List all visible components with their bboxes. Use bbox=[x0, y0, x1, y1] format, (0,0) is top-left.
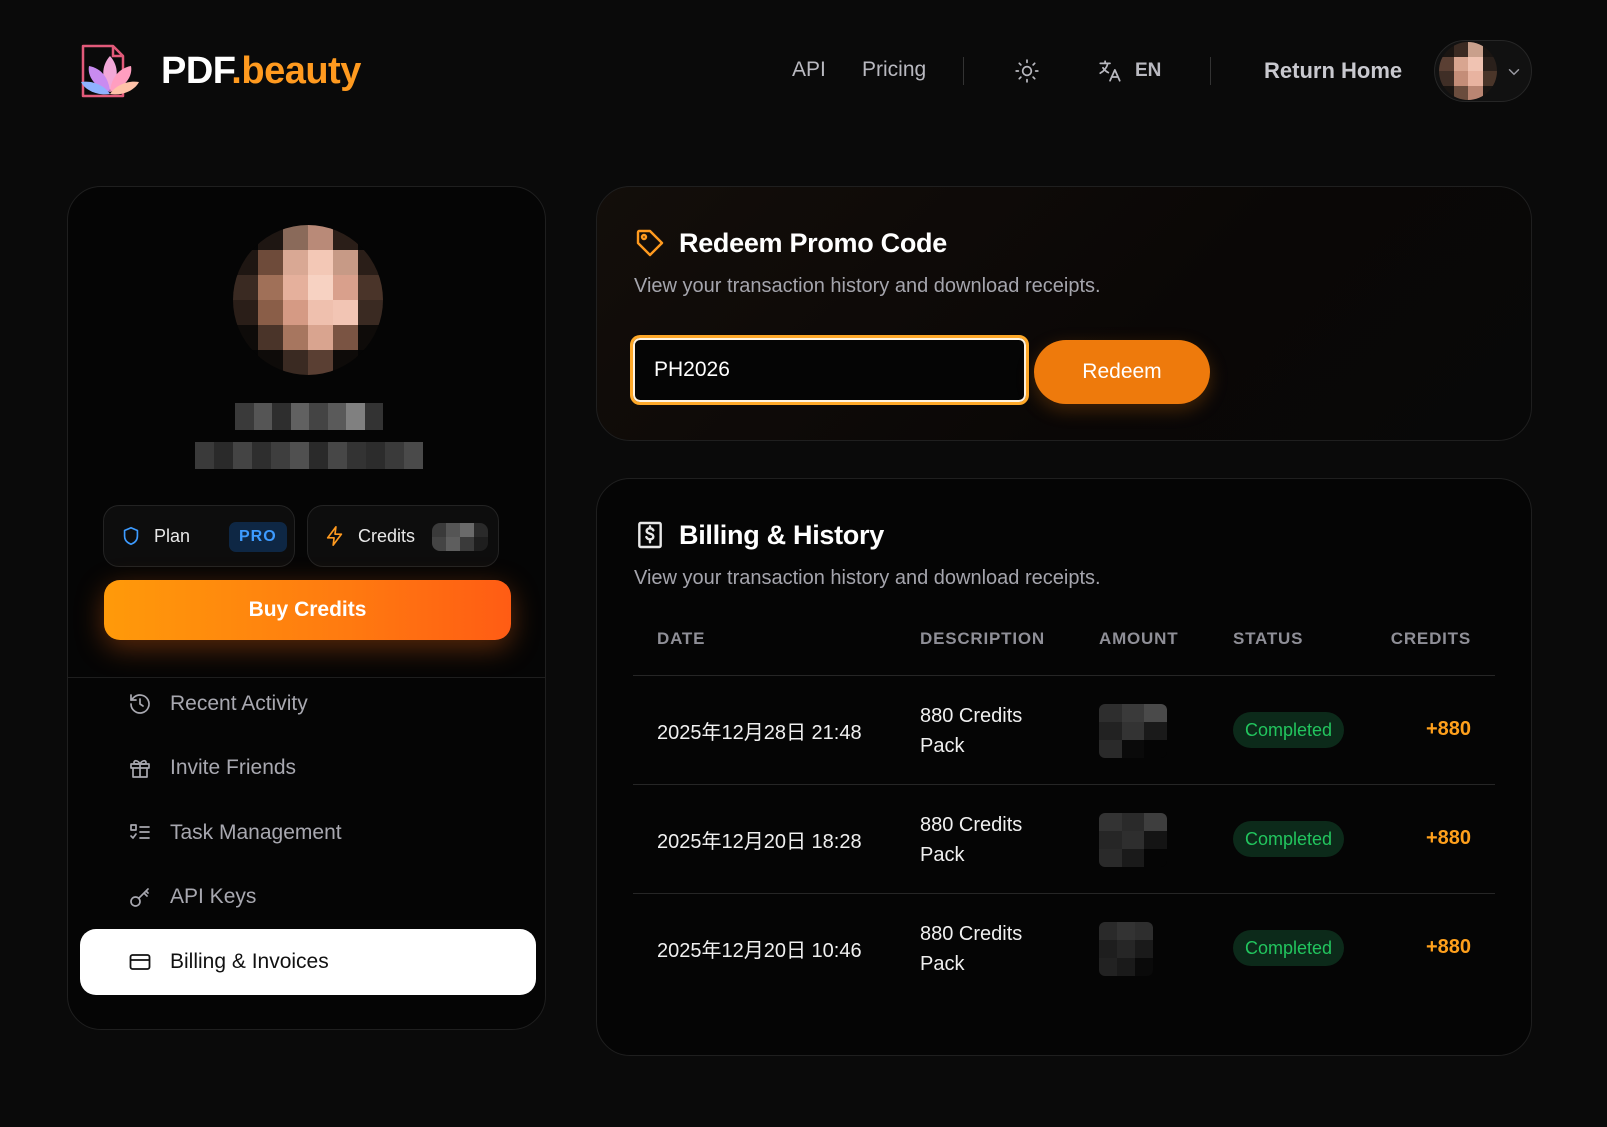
lotus-logo-icon bbox=[81, 44, 139, 98]
plan-label: Plan bbox=[154, 525, 191, 546]
row-date: 2025年12月28日 21:48 bbox=[657, 722, 862, 744]
redeem-promo-card: Redeem Promo Code View your transaction … bbox=[596, 186, 1532, 441]
row-date: 2025年12月20日 10:46 bbox=[657, 940, 862, 962]
sidebar-item-invite-friends[interactable]: Invite Friends bbox=[80, 735, 536, 801]
history-icon bbox=[130, 694, 150, 714]
key-icon bbox=[130, 888, 149, 907]
billing-title-text: Billing & History bbox=[679, 519, 884, 550]
top-header: PDF.beauty API Pricing EN Return Home bbox=[0, 0, 1607, 140]
sidebar-item-api-keys[interactable]: API Keys bbox=[80, 864, 536, 930]
sidebar-item-label: Recent Activity bbox=[170, 692, 308, 715]
column-header-credits: CREDITS bbox=[1390, 629, 1471, 648]
sidebar-item-label: Task Management bbox=[170, 821, 342, 844]
sidebar-item-billing-invoices[interactable]: Billing & Invoices bbox=[80, 929, 536, 995]
billing-title: Billing & History bbox=[634, 519, 884, 551]
table-row: 2025年12月28日 21:48 880 Credits Pack Compl… bbox=[633, 676, 1495, 785]
column-header-amount: AMOUNT bbox=[1099, 629, 1179, 648]
row-credits: +880 bbox=[1425, 827, 1471, 849]
user-menu-button[interactable] bbox=[1434, 40, 1532, 102]
profile-card: Plan PRO Credits Buy Credits Recent Acti… bbox=[67, 186, 546, 1030]
credits-label: Credits bbox=[358, 525, 416, 546]
profile-name-redacted bbox=[235, 403, 383, 430]
credit-card-icon bbox=[129, 954, 151, 970]
column-header-status: STATUS bbox=[1233, 629, 1304, 648]
shield-icon bbox=[123, 526, 139, 546]
translate-icon[interactable] bbox=[1097, 58, 1123, 84]
column-header-description: DESCRIPTION bbox=[920, 629, 1045, 648]
billing-history-card: Billing & History View your transaction … bbox=[596, 478, 1532, 1056]
row-description: 880 Credits Pack bbox=[920, 814, 1023, 866]
row-credits: +880 bbox=[1425, 718, 1471, 740]
dollar-receipt-icon bbox=[638, 521, 662, 549]
language-selector[interactable]: EN bbox=[1135, 60, 1161, 82]
sidebar-item-label: Billing & Invoices bbox=[170, 950, 329, 973]
credits-pill: Credits bbox=[307, 505, 499, 567]
row-credits: +880 bbox=[1425, 936, 1471, 958]
sidebar-item-label: API Keys bbox=[170, 885, 257, 908]
promo-title-text: Redeem Promo Code bbox=[679, 227, 947, 258]
status-badge: Completed bbox=[1233, 712, 1345, 748]
profile-email-redacted bbox=[195, 442, 423, 469]
plan-pill: Plan PRO bbox=[103, 505, 295, 567]
status-badge: Completed bbox=[1233, 930, 1345, 966]
table-row: 2025年12月20日 18:28 880 Credits Pack Compl… bbox=[633, 785, 1495, 894]
sidebar-item-label: Invite Friends bbox=[170, 756, 297, 779]
tag-icon bbox=[636, 229, 664, 257]
buy-credits-button[interactable]: Buy Credits bbox=[104, 580, 511, 640]
row-amount-redacted bbox=[1099, 704, 1167, 758]
column-header-date: DATE bbox=[657, 629, 706, 648]
credits-value-redacted bbox=[432, 523, 488, 551]
avatar bbox=[1439, 42, 1497, 100]
theme-toggle-sun-icon[interactable] bbox=[1014, 58, 1040, 84]
status-badge: Completed bbox=[1233, 821, 1345, 857]
promo-subtitle: View your transaction history and downlo… bbox=[634, 275, 1101, 297]
table-row: 2025年12月20日 10:46 880 Credits Pack Compl… bbox=[633, 894, 1495, 1003]
nav-pricing-link[interactable]: Pricing bbox=[862, 58, 926, 82]
return-home-link[interactable]: Return Home bbox=[1264, 58, 1402, 84]
gift-icon bbox=[130, 759, 150, 778]
promo-code-input[interactable] bbox=[630, 335, 1029, 405]
redeem-button[interactable]: Redeem bbox=[1034, 340, 1210, 404]
brand-logo[interactable]: PDF.beauty bbox=[77, 40, 361, 102]
row-amount-redacted bbox=[1099, 813, 1167, 867]
plan-badge: PRO bbox=[229, 522, 287, 552]
brand-name: PDF bbox=[161, 49, 232, 92]
nav-api-link[interactable]: API bbox=[792, 58, 826, 82]
row-description: 880 Credits Pack bbox=[920, 923, 1023, 975]
lightning-icon bbox=[326, 526, 343, 546]
nav-divider bbox=[963, 57, 964, 85]
profile-avatar bbox=[233, 225, 383, 375]
sidebar-item-task-management[interactable]: Task Management bbox=[80, 800, 536, 866]
chevron-down-icon bbox=[1508, 69, 1520, 76]
row-date: 2025年12月20日 18:28 bbox=[657, 831, 862, 853]
promo-title: Redeem Promo Code bbox=[634, 227, 947, 259]
row-description: 880 Credits Pack bbox=[920, 705, 1023, 757]
sidebar-item-recent-activity[interactable]: Recent Activity bbox=[80, 671, 536, 737]
task-list-icon bbox=[130, 824, 150, 839]
brand-name-accent: .beauty bbox=[231, 49, 361, 92]
nav-divider bbox=[1210, 57, 1211, 85]
row-amount-redacted bbox=[1099, 922, 1153, 976]
billing-subtitle: View your transaction history and downlo… bbox=[634, 567, 1101, 589]
